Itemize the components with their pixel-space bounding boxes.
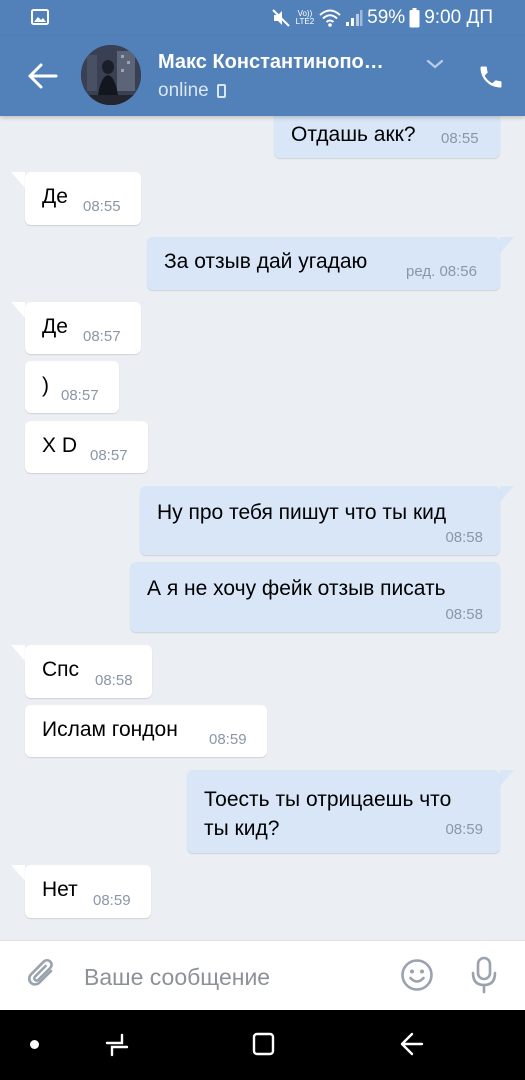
message-bubble-incoming[interactable]: Де 08:57 [25,302,141,354]
message-time: 08:58 [95,672,133,689]
message-bubble-outgoing[interactable]: Отдашь акк? 08:55 [274,110,500,158]
gallery-icon [31,9,49,25]
message-text-line-2: ты кид? [204,817,280,840]
message-text-line-1: Тоесть ты отрицаешь что [204,788,452,811]
mobile-device-icon [216,84,226,98]
battery-percent: 59% [367,7,406,28]
back-arrow-icon[interactable] [22,58,62,94]
message-text: X D [42,434,78,457]
message-text: Отдашь акк? [291,123,416,146]
chat-header: Макс Константинопо… online [0,36,525,116]
bubble-tail [11,302,25,318]
message-text: Ну про тебя пишут что ты кид [157,501,447,524]
message-text: Спс [42,658,80,681]
recent-apps-icon[interactable] [104,1032,130,1058]
nav-dot-button[interactable] [30,1040,39,1049]
message-time: 08:59 [93,892,131,909]
clock: 9:00 ДП [424,7,493,28]
message-bubble-outgoing[interactable]: А я не хочу фейк отзыв писать 08:58 [130,562,500,632]
avatar-photo [81,45,141,105]
message-bubble-incoming[interactable]: Де 08:55 [25,172,141,225]
message-time: 08:57 [61,387,99,404]
message-bubble-outgoing[interactable]: За отзыв дай угадаю ред. 08:56 [147,237,500,290]
contact-name[interactable]: Макс Константинопо… [158,51,414,74]
message-text: За отзыв дай угадаю [164,250,368,273]
system-nav-bar [0,1010,525,1080]
message-bubble-incoming[interactable]: ) 08:57 [25,361,119,413]
message-text: Де [42,185,68,208]
message-time: 08:55 [83,198,121,215]
message-time: 08:58 [445,529,483,546]
message-list[interactable]: Отдашь акк? 08:55 Де 08:55 За отзыв дай … [0,110,525,939]
message-text: А я не хочу фейк отзыв писать [147,577,446,600]
mute-icon [271,9,290,27]
bubble-tail [500,770,514,786]
online-status: online [158,80,209,101]
message-bubble-incoming[interactable]: X D 08:57 [25,421,148,473]
volte-bottom: LTE2 [295,17,315,26]
message-time: 08:59 [445,821,483,838]
message-composer [0,940,525,1011]
status-bar: Vo)) LTE2 59% 9:00 ДП [0,0,525,36]
microphone-icon[interactable] [470,956,498,994]
bubble-tail [11,172,25,188]
message-input[interactable] [82,954,376,1000]
message-time: 08:57 [83,328,121,345]
volte-indicator: Vo)) LTE2 [296,10,315,26]
message-bubble-incoming[interactable]: Спс 08:58 [25,645,152,698]
bubble-tail [11,645,25,661]
contact-status: online [158,80,226,102]
wifi-icon [319,9,341,27]
bubble-tail [500,486,514,502]
message-text: Ислам гондон [42,718,178,741]
signal-icon [346,10,363,26]
phone-icon[interactable] [476,63,506,91]
message-bubble-incoming[interactable]: Ислам гондон 08:59 [25,705,267,757]
message-time: 08:59 [209,731,247,748]
chevron-down-icon[interactable] [426,58,444,70]
avatar[interactable] [81,45,141,105]
message-bubble-incoming[interactable]: Нет 08:59 [25,865,151,918]
emoji-icon[interactable] [400,958,434,992]
message-text: Нет [42,878,78,901]
message-text: ) [42,374,49,397]
message-bubble-outgoing[interactable]: Тоесть ты отрицаешь что ты кид? 08:59 [187,770,500,853]
battery-icon [409,8,420,28]
bubble-tail [11,865,25,881]
system-back-icon[interactable] [398,1030,424,1058]
message-time: 08:55 [441,130,479,147]
home-icon[interactable] [252,1032,275,1056]
message-time: ред. 08:56 [406,263,477,280]
message-time: 08:58 [445,606,483,623]
message-bubble-outgoing[interactable]: Ну про тебя пишут что ты кид 08:58 [140,486,500,555]
message-text: Де [42,315,68,338]
bubble-tail [500,237,514,253]
message-time: 08:57 [90,447,128,464]
paperclip-icon[interactable] [25,957,59,993]
